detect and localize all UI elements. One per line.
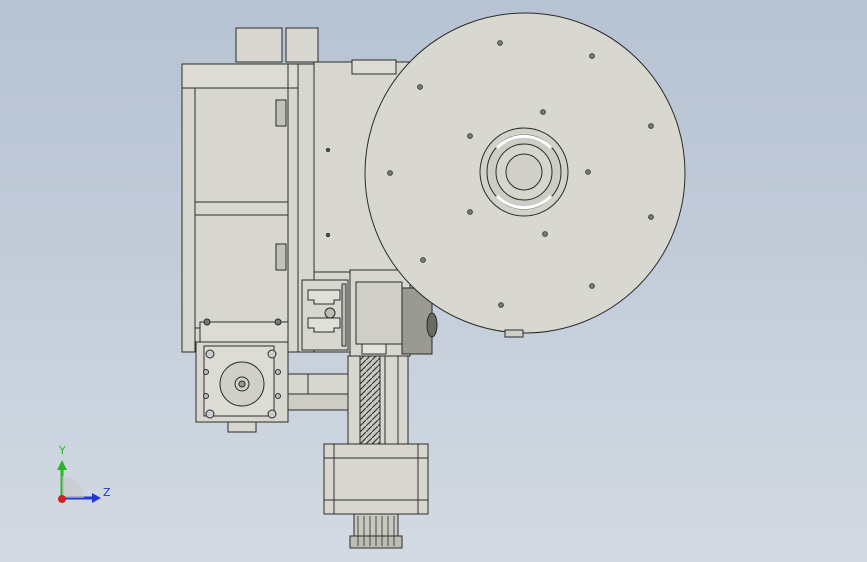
y-axis-label: Y: [59, 444, 66, 457]
assembly-model[interactable]: [0, 0, 867, 562]
linear-rail: [347, 355, 409, 445]
z-axis-label: Z: [103, 486, 111, 499]
stepper-motor: [323, 443, 429, 515]
connector-block-left: [235, 27, 283, 63]
coordinate-triad: [57, 460, 101, 503]
slide-bracket: [301, 279, 349, 351]
connector-block-right: [285, 27, 319, 63]
connecting-arm: [285, 373, 349, 411]
timing-pulley: [349, 513, 403, 549]
gear-motor: [195, 341, 289, 433]
cad-viewport[interactable]: Y Z: [0, 0, 867, 562]
